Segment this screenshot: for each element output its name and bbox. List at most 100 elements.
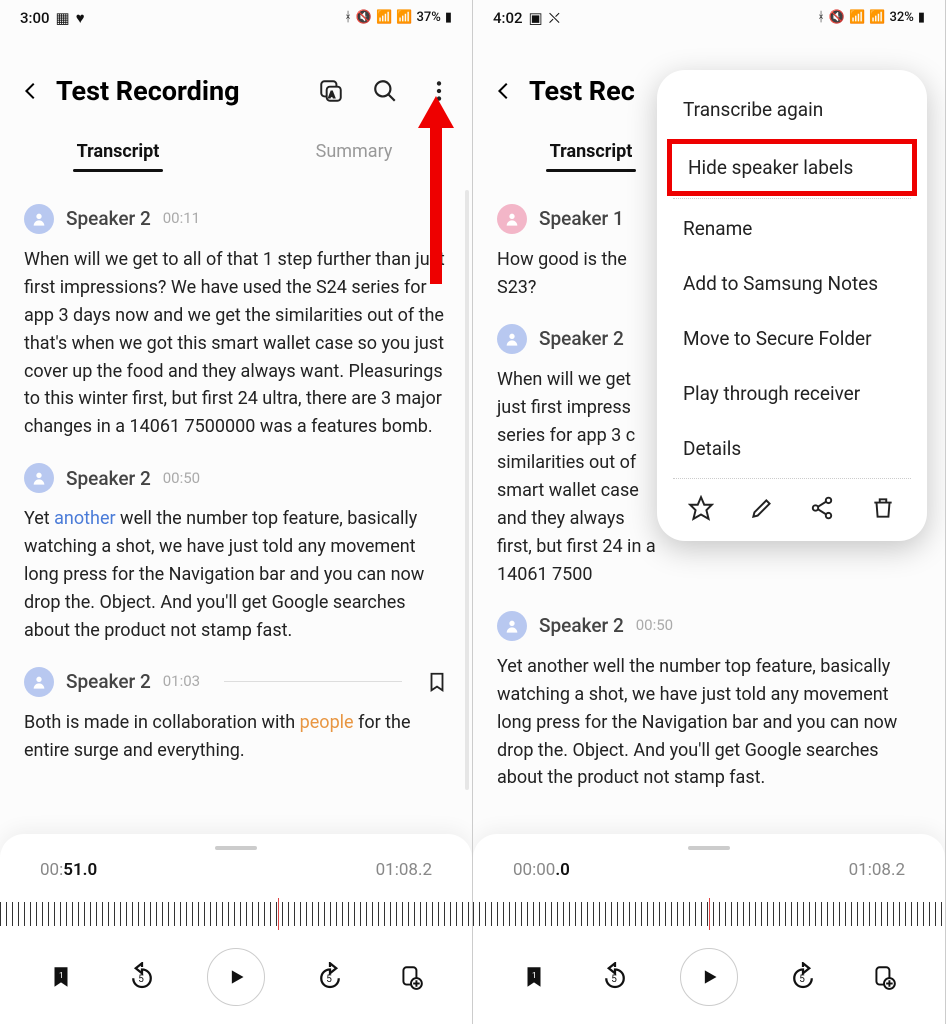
status-time: 4:02: [493, 9, 523, 27]
app-icon: ▣: [529, 9, 543, 27]
transcript-entry: Speaker 2 00:11 When will we get to all …: [24, 204, 448, 441]
player: 00:51.0 01:08.2 1 5 5: [0, 834, 472, 1024]
timestamp: 00:50: [636, 614, 673, 637]
add-note-button[interactable]: [867, 960, 901, 994]
speaker-label[interactable]: Speaker 2: [539, 611, 624, 640]
bluetooth-icon: ᚼ: [344, 10, 352, 25]
drag-handle[interactable]: [215, 846, 257, 850]
speaker-label[interactable]: Speaker 2: [66, 204, 151, 233]
transcript-text[interactable]: How good is the S23?: [497, 246, 647, 302]
annotation-arrow: [416, 96, 456, 286]
header: Test Recording A: [0, 35, 472, 117]
speaker-label[interactable]: Speaker 2: [539, 324, 624, 353]
mute-icon: 🔇: [829, 10, 845, 25]
tabs: Transcript Summary: [0, 127, 472, 176]
transcript-text[interactable]: Yet another well the number top feature,…: [497, 653, 921, 792]
menu-item-transcribe-again[interactable]: Transcribe again: [657, 82, 927, 137]
edit-icon[interactable]: [749, 495, 775, 521]
battery-icon: ▮: [445, 10, 452, 25]
speaker-label[interactable]: Speaker 2: [66, 667, 151, 696]
speaker-avatar-icon[interactable]: [497, 324, 527, 354]
delete-icon[interactable]: [870, 495, 896, 521]
speaker-avatar-icon[interactable]: [497, 611, 527, 641]
back-icon[interactable]: [493, 80, 515, 102]
highlight-word[interactable]: people: [300, 712, 354, 733]
forward-5-button[interactable]: 5: [786, 960, 820, 994]
total-time: 01:08.2: [376, 860, 432, 880]
bookmarks-button[interactable]: 1: [44, 960, 78, 994]
svg-text:1: 1: [532, 971, 537, 981]
transcript-text[interactable]: Both is made in collaboration with peopl…: [24, 709, 448, 765]
menu-item-secure-folder[interactable]: Move to Secure Folder: [657, 311, 927, 366]
status-time: 3:00: [20, 9, 50, 27]
signal-icon: 📶: [396, 10, 412, 25]
playhead[interactable]: [709, 898, 710, 930]
translate-icon[interactable]: A: [318, 78, 344, 104]
transcript-text[interactable]: When will we get just first impress seri…: [497, 366, 662, 589]
menu-item-rename[interactable]: Rename: [657, 201, 927, 256]
bluetooth-icon: ᚼ: [817, 10, 825, 25]
bookmarks-button[interactable]: 1: [517, 960, 551, 994]
add-note-button[interactable]: [394, 960, 428, 994]
bulb-icon: ♥: [76, 9, 85, 27]
play-button[interactable]: [207, 948, 265, 1006]
battery-icon: ▮: [918, 10, 925, 25]
speaker-label[interactable]: Speaker 1: [539, 204, 624, 233]
search-icon[interactable]: [372, 78, 398, 104]
timestamp: 00:11: [163, 207, 200, 230]
tab-transcript[interactable]: Transcript: [0, 127, 236, 176]
back-icon[interactable]: [20, 80, 42, 102]
play-button[interactable]: [680, 948, 738, 1006]
mute-icon: 🔇: [356, 10, 372, 25]
phone-right: 4:02 ▣ ⛌ ᚼ 🔇 📶 📶 32% ▮ Test Rec Transcri…: [473, 0, 946, 1024]
share-icon[interactable]: [809, 495, 835, 521]
menu-item-add-to-notes[interactable]: Add to Samsung Notes: [657, 256, 927, 311]
menu-item-play-receiver[interactable]: Play through receiver: [657, 366, 927, 421]
annotation-highlight: Hide speaker labels: [667, 139, 917, 196]
timestamp: 01:03: [163, 670, 200, 693]
favorite-icon[interactable]: [688, 495, 714, 521]
transcript-panel: Speaker 2 00:11 When will we get to all …: [0, 176, 472, 816]
current-time: 00:51.0: [40, 860, 97, 880]
svg-text:A: A: [329, 91, 335, 101]
speaker-avatar-icon[interactable]: [24, 667, 54, 697]
transcript-text[interactable]: Yet another well the number top feature,…: [24, 505, 448, 644]
menu-item-hide-speaker-labels[interactable]: Hide speaker labels: [672, 144, 912, 191]
svg-text:5: 5: [139, 974, 145, 985]
photo-icon: ▦: [56, 9, 70, 27]
transcript-entry: Speaker 2 00:50 Yet another well the num…: [24, 463, 448, 644]
rewind-5-button[interactable]: 5: [598, 960, 632, 994]
bookmark-icon[interactable]: [426, 671, 448, 693]
transcript-text[interactable]: When will we get to all of that 1 step f…: [24, 246, 448, 441]
accessibility-icon: ⛌: [549, 9, 560, 27]
playhead[interactable]: [278, 898, 279, 930]
scrollbar[interactable]: [465, 190, 469, 790]
drag-handle[interactable]: [688, 846, 730, 850]
status-bar: 4:02 ▣ ⛌ ᚼ 🔇 📶 📶 32% ▮: [473, 0, 945, 35]
wifi-icon: 📶: [849, 10, 865, 25]
forward-5-button[interactable]: 5: [313, 960, 347, 994]
speaker-avatar-icon[interactable]: [497, 204, 527, 234]
svg-text:1: 1: [59, 971, 64, 981]
page-title: Test Recording: [56, 75, 304, 107]
speaker-avatar-icon[interactable]: [24, 204, 54, 234]
current-time: 00:00.0: [513, 860, 570, 880]
rewind-5-button[interactable]: 5: [125, 960, 159, 994]
battery-pct: 32%: [889, 10, 913, 25]
timeline[interactable]: [0, 890, 472, 938]
phone-left: 3:00 ▦ ♥ ᚼ 🔇 📶 📶 37% ▮ Test Recording A …: [0, 0, 473, 1024]
speaker-label[interactable]: Speaker 2: [66, 464, 151, 493]
svg-text:5: 5: [799, 974, 805, 985]
timeline[interactable]: [473, 890, 945, 938]
svg-text:5: 5: [326, 974, 332, 985]
timestamp: 00:50: [163, 467, 200, 490]
status-bar: 3:00 ▦ ♥ ᚼ 🔇 📶 📶 37% ▮: [0, 0, 472, 35]
wifi-icon: 📶: [376, 10, 392, 25]
total-time: 01:08.2: [849, 860, 905, 880]
transcript-entry: Speaker 2 00:50 Yet another well the num…: [497, 611, 921, 792]
speaker-avatar-icon[interactable]: [24, 463, 54, 493]
highlight-word[interactable]: another: [54, 508, 115, 529]
menu-item-details[interactable]: Details: [657, 421, 927, 476]
svg-text:5: 5: [612, 974, 618, 985]
battery-pct: 37%: [416, 10, 440, 25]
